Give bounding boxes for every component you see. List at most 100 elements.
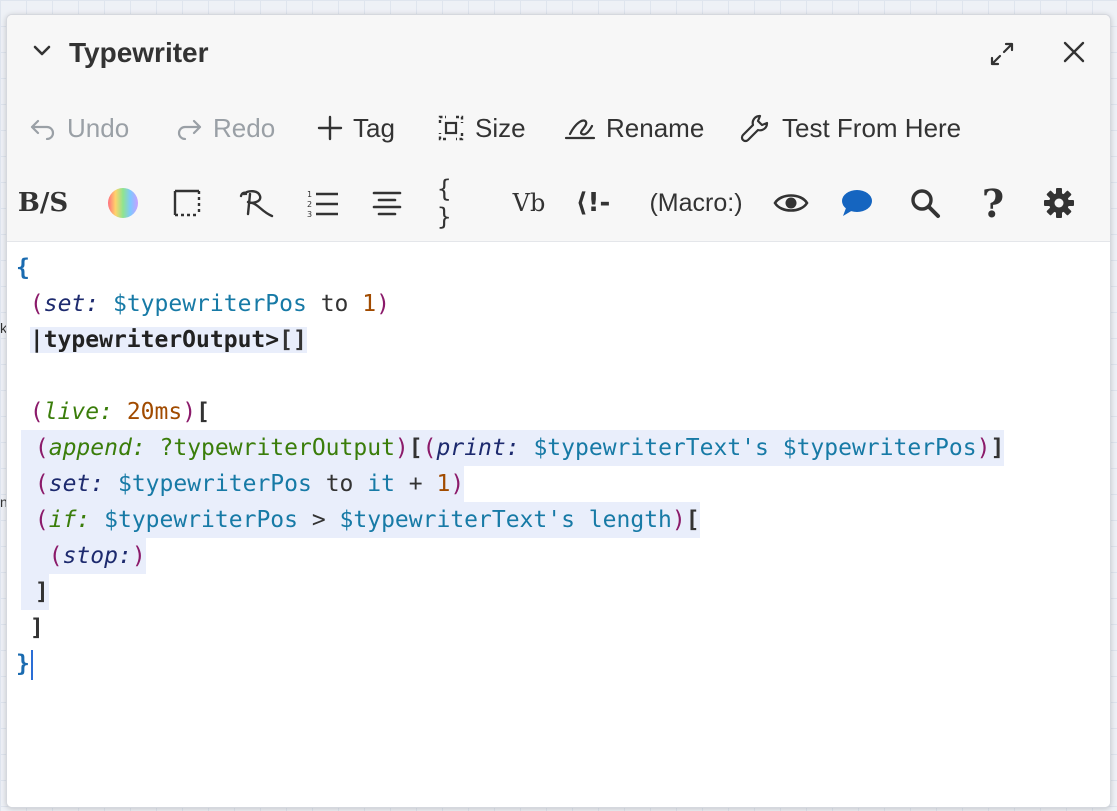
bold-strike-button[interactable]: B/S	[17, 183, 69, 223]
code-token: ]	[990, 435, 1005, 461]
code-line: {	[16, 250, 30, 286]
verbatim-label: Vb	[512, 189, 546, 217]
code-token: ]	[29, 615, 44, 641]
passage-code-editor[interactable]: { (set: $typewriterPos to 1) |typewriter…	[7, 242, 1110, 807]
eye-icon	[773, 194, 809, 212]
add-tag-button[interactable]: Tag	[317, 111, 395, 145]
code-token: )	[450, 471, 465, 497]
code-token: 1	[436, 471, 451, 497]
code-token: to	[306, 291, 363, 317]
comment-button[interactable]: ⟨!-	[569, 183, 617, 223]
code-token: (	[48, 543, 63, 569]
fancy-r-icon	[239, 190, 274, 218]
code-token: (	[422, 435, 437, 461]
chevron-down-icon[interactable]	[31, 40, 53, 62]
code-token: $typewriterPos	[112, 291, 307, 317]
border-box-icon	[173, 189, 201, 217]
numbered-list-icon: 1 2 3	[307, 190, 338, 218]
code-token: set:	[48, 471, 105, 497]
rename-button[interactable]: Rename	[564, 111, 704, 145]
verbatim-button[interactable]: Vb	[507, 183, 551, 223]
font-style-button[interactable]	[235, 183, 279, 223]
align-button[interactable]	[367, 183, 407, 223]
code-token: )	[976, 435, 991, 461]
rename-label: Rename	[606, 112, 705, 143]
tag-label: Tag	[353, 112, 395, 143]
code-token: }	[16, 651, 30, 677]
svg-text:1: 1	[307, 190, 312, 199]
tooltips-button[interactable]	[837, 183, 877, 223]
settings-button[interactable]	[1039, 183, 1079, 223]
code-token: (	[34, 471, 49, 497]
code-token: $typewriterText's	[533, 435, 769, 461]
code-token: >	[298, 507, 340, 533]
signature-icon	[564, 119, 596, 140]
code-line: (set: $typewriterPos to it + 1)	[21, 466, 465, 502]
maximize-icon[interactable]	[987, 39, 1017, 69]
size-label: Size	[475, 112, 526, 143]
help-label: ?	[981, 180, 1005, 226]
code-token: $typewriterPos	[117, 471, 312, 497]
code-token: print:	[436, 435, 520, 461]
svg-text:3: 3	[307, 210, 312, 218]
help-button[interactable]: ?	[973, 180, 1013, 226]
speech-bubble-icon	[842, 190, 872, 216]
code-line: (live: 20ms)[	[16, 394, 210, 430]
align-center-icon	[372, 191, 402, 216]
code-token: (	[29, 399, 44, 425]
code-token: )	[394, 435, 409, 461]
passage-toolbar: Undo Redo Tag Size Rename Test From Here	[7, 93, 1110, 163]
code-token: $typewriterPos	[782, 435, 977, 461]
code-token: [	[685, 507, 700, 533]
code-token: live:	[43, 399, 113, 425]
undo-icon	[30, 119, 55, 140]
test-from-here-button[interactable]: Test From Here	[740, 111, 961, 145]
code-token: to	[311, 471, 368, 497]
macro-button[interactable]: (Macro:)	[641, 183, 751, 223]
svg-text:2: 2	[307, 200, 312, 209]
code-token: ]	[34, 579, 49, 605]
wrench-icon	[740, 114, 769, 143]
code-token: [	[408, 435, 423, 461]
code-token: set:	[43, 291, 100, 317]
test-label: Test From Here	[782, 112, 962, 143]
braces-button[interactable]: { }	[437, 175, 477, 231]
size-icon	[438, 115, 464, 141]
code-token: 20ms	[126, 399, 183, 425]
code-token: ?typewriterOutput	[159, 435, 395, 461]
code-token: (	[34, 435, 49, 461]
close-icon[interactable]	[1061, 39, 1087, 65]
redo-button[interactable]: Redo	[175, 111, 275, 145]
code-token: )	[671, 507, 686, 533]
bold-strike-label: B/S	[17, 188, 69, 218]
code-token: $typewriterPos	[104, 507, 298, 533]
redo-icon	[177, 119, 202, 140]
code-token: [	[196, 399, 210, 425]
code-line: |typewriterOutput>[]	[16, 322, 307, 358]
code-line: ]	[21, 574, 49, 610]
preview-button[interactable]	[771, 183, 811, 223]
color-button[interactable]	[103, 183, 143, 223]
code-line: (stop:)	[21, 538, 146, 574]
code-token: {	[16, 255, 30, 281]
code-line: (if: $typewriterPos > $typewriterText's …	[21, 502, 700, 538]
gear-icon	[1044, 188, 1074, 218]
list-button[interactable]: 1 2 3	[303, 183, 343, 223]
code-token: +	[394, 471, 437, 497]
code-token: it	[367, 471, 395, 497]
text-cursor	[30, 649, 33, 680]
format-toolbar: B/S 1 2 3 {} Vb ⟨!- (Macro:) ?	[7, 163, 1110, 242]
undo-button[interactable]: Undo	[29, 111, 129, 145]
code-token: if:	[48, 507, 91, 533]
code-line: (append: ?typewriterOutput)[(print: $typ…	[21, 430, 1005, 466]
code-line: ]	[16, 610, 44, 646]
braces-label: { }	[437, 175, 452, 231]
size-button[interactable]: Size	[437, 111, 526, 145]
code-token: )	[182, 399, 197, 425]
find-button[interactable]	[905, 183, 945, 223]
rainbow-circle-icon	[108, 188, 138, 218]
code-token: []	[279, 327, 307, 353]
border-button[interactable]	[167, 183, 207, 223]
redo-label: Redo	[213, 112, 276, 143]
code-token: append:	[48, 435, 146, 461]
